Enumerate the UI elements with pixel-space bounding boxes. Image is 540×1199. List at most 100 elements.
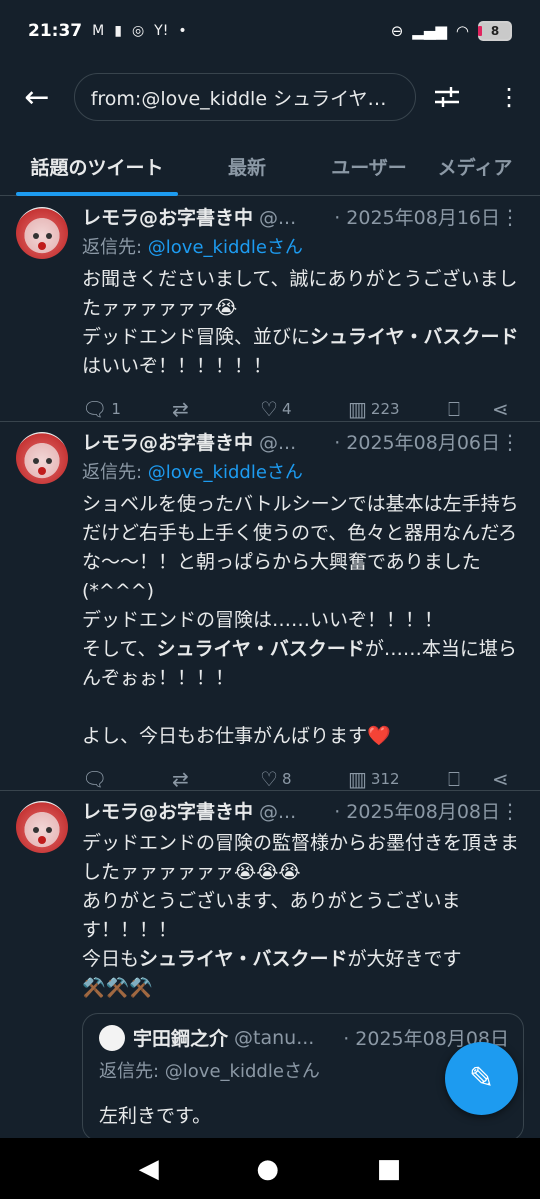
sliders-icon [435,87,460,107]
search-input[interactable]: from:@love_kiddle シュライヤ… [73,73,417,121]
bookmark-button[interactable]: ⎕ [448,767,492,791]
reply-button[interactable]: 🗨 [82,767,172,791]
display-name[interactable]: レモラ@お字書き中 [82,428,253,455]
reply-button[interactable]: 🗨 1 [82,397,172,421]
heart-icon: ♡ [260,397,278,421]
tweet-header: レモラ@お字書き中 @... · 2025年08月16日 [82,203,526,233]
nav-back-button[interactable]: ◀ [139,1154,159,1184]
tweet-more-icon[interactable]: ⋮ [500,430,520,454]
system-nav-bar: ◀ ● ■ [0,1138,540,1199]
reply-prefix: 返信先: [82,237,148,258]
like-button[interactable]: ♡ 8 [260,767,348,791]
share-icon: ⋖ [492,767,509,791]
overflow-menu-button[interactable]: ⋮ [478,66,540,128]
bar-chart-icon: ▥ [348,767,367,791]
reply-to-link[interactable]: @love_kiddleさん [148,237,303,258]
views-button[interactable]: ▥ 223 [348,397,448,421]
yahoo-icon: Y! [154,23,169,39]
tweet-text: お聞きくださいまして、誠にありがとうございましたァァァァァァ😭 デッドエンド冒険… [82,265,526,381]
tweet-text-part: ショベルを使ったバトルシーンでは基本は左手持ちだけど右手も上手く使うので、色々と… [82,493,519,660]
retweet-button[interactable]: ⇄ [172,397,260,421]
tweet-more-icon[interactable]: ⋮ [500,205,520,229]
avatar[interactable] [16,801,68,853]
gmail-icon: M [92,23,105,39]
tweet-date: · 2025年08月06日 [334,432,500,454]
view-count: 312 [370,770,400,788]
share-button[interactable]: ⋖ [492,397,509,421]
search-tabs: 話題のツイート 最新 ユーザー メディア [0,138,540,196]
avatar[interactable] [16,207,68,259]
signal-icon: ▂▄▆ [412,22,447,40]
tweet-text-bold: シュライヤ・バスクード [139,948,348,970]
quoted-reply-prefix: 返信先: [99,1061,165,1082]
tweet-text: ショベルを使ったバトルシーンでは基本は左手持ちだけど右手も上手く使うので、色々と… [82,490,526,751]
tab-media[interactable]: メディア [422,138,528,195]
tweet-feed: レモラ@お字書き中 @... · 2025年08月16日 ⋮ 返信先: @lov… [0,197,540,1151]
tweet-header: レモラ@お字書き中 @... · 2025年08月06日 [82,428,526,458]
dot-icon: • [178,23,187,39]
reply-context: 返信先: @love_kiddleさん [82,233,526,263]
bar-chart-icon: ▥ [348,397,367,421]
avatar[interactable] [16,432,68,484]
comment-icon: 🗨 [82,397,108,421]
nav-recents-button[interactable]: ■ [377,1154,402,1184]
tweet-header: レモラ@お字書き中 @... · 2025年08月08日 [82,797,526,827]
quoted-reply-to: @love_kiddleさん [164,1061,320,1082]
comment-icon: 🗨 [82,767,108,791]
dnd-icon: ⊖ [390,22,404,40]
tweet-more-icon[interactable]: ⋮ [500,799,520,823]
status-time: 21:37 [28,21,83,41]
heart-icon: ♡ [260,767,278,791]
bookmark-icon: ⎕ [448,397,460,421]
retweet-button[interactable]: ⇄ [172,767,260,791]
tab-top[interactable]: 話題のツイート [16,138,178,196]
tweet-date: · 2025年08月16日 [334,207,500,229]
reply-context: 返信先: @love_kiddleさん [82,458,526,488]
status-right: ⊖ ▂▄▆ ◠ 8 [391,21,512,41]
reply-count: 1 [111,400,121,418]
status-bar: 21:37 M ▮ ◎ Y! • ⊖ ▂▄▆ ◠ 8 [0,0,540,62]
tab-users[interactable]: ユーザー [316,138,422,195]
tweet-date: · 2025年08月08日 [334,801,500,823]
battery-saver-icon: ▮ [114,23,122,39]
quoted-tweet-text: 左利きです。 [99,1105,212,1127]
instagram-icon: ◎ [131,23,145,39]
tweet-text: デッドエンドの冒険の監督様からお墨付きを頂きましたァァァァァァ😭😭😭 ありがとう… [82,829,526,1003]
retweet-icon: ⇄ [172,397,189,421]
like-count: 4 [281,400,292,418]
like-count: 8 [281,770,292,788]
reply-to-link[interactable]: @love_kiddleさん [148,462,303,483]
quoted-user-handle: @tanu... [234,1026,315,1049]
view-count: 223 [370,400,400,418]
tweet-text-part: はいいぞ！！！！！！ [82,355,273,377]
quoted-display-name: 宇田鋼之介 [133,1028,229,1050]
share-button[interactable]: ⋖ [492,767,509,791]
tweet[interactable]: レモラ@お字書き中 @... · 2025年08月16日 ⋮ 返信先: @lov… [0,197,540,422]
bookmark-button[interactable]: ⎕ [448,397,492,421]
tab-latest[interactable]: 最新 [178,138,316,195]
wifi-icon: ◠ [455,22,469,40]
bookmark-icon: ⎕ [448,767,460,791]
search-query: from:@love_kiddle シュライヤ… [90,87,387,110]
back-button[interactable]: ← [0,66,74,128]
top-bar: ← from:@love_kiddle シュライヤ… ⋮ [0,66,540,128]
retweet-icon: ⇄ [172,767,189,791]
quoted-avatar [99,1024,125,1051]
more-vertical-icon: ⋮ [497,83,522,111]
feather-plus-icon: ✎ [468,1061,495,1096]
back-arrow-icon: ← [24,79,50,115]
tweet-text-bold: シュライヤ・バスクード [310,326,519,348]
nav-home-button[interactable]: ● [256,1154,279,1184]
tweet[interactable]: レモラ@お字書き中 @... · 2025年08月06日 ⋮ 返信先: @lov… [0,422,540,791]
compose-tweet-button[interactable]: ✎ [445,1042,518,1115]
display-name[interactable]: レモラ@お字書き中 [82,797,253,824]
share-icon: ⋖ [492,397,509,421]
like-button[interactable]: ♡ 4 [260,397,348,421]
user-handle: @... [259,432,297,454]
tweet-text-bold: シュライヤ・バスクード [156,638,365,660]
quoted-tweet-header: 宇田鋼之介 @tanu... · 2025年08月08日 [99,1024,509,1051]
display-name[interactable]: レモラ@お字書き中 [82,203,253,230]
views-button[interactable]: ▥ 312 [348,767,448,791]
filter-button[interactable] [416,66,478,128]
reply-prefix: 返信先: [82,462,148,483]
